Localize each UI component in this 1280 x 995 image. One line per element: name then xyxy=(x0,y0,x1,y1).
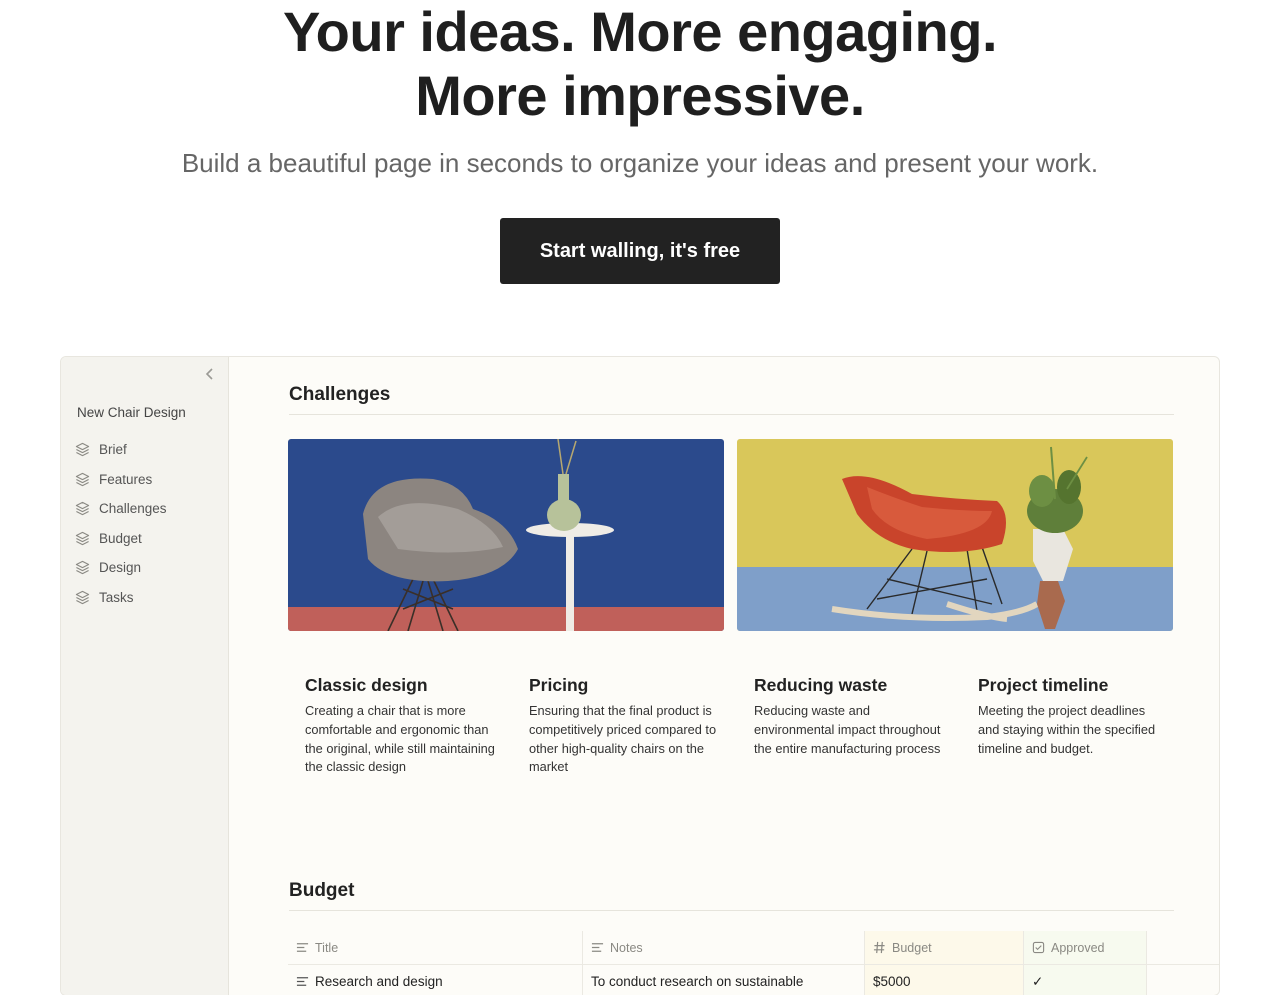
cell-title[interactable]: Research and design xyxy=(288,965,583,995)
chair-image-grey xyxy=(288,439,724,631)
layers-icon xyxy=(75,590,90,604)
hash-icon xyxy=(873,941,885,954)
sidebar: New Chair Design Brief Features Challeng… xyxy=(61,357,229,995)
sidebar-item-label: Design xyxy=(99,560,142,576)
card-text: Reducing waste and environmental impact … xyxy=(754,703,941,756)
column-header-approved[interactable]: Approved xyxy=(1024,931,1147,964)
layers-icon xyxy=(75,531,90,545)
sidebar-item-design[interactable]: Design xyxy=(75,553,225,583)
chair-image-red xyxy=(737,439,1173,631)
sidebar-item-label: Brief xyxy=(99,442,127,458)
text-icon xyxy=(591,943,604,952)
sidebar-item-label: Features xyxy=(99,471,153,487)
column-header-budget[interactable]: Budget xyxy=(865,931,1024,964)
card-text: Creating a chair that is more comfortabl… xyxy=(305,703,495,775)
card-text: Meeting the project deadlines and stayin… xyxy=(978,703,1156,756)
sidebar-nav: Brief Features Challenges Budget Design … xyxy=(75,435,225,612)
sidebar-item-label: Budget xyxy=(99,530,142,546)
sidebar-item-features[interactable]: Features xyxy=(75,465,225,495)
challenge-card-pricing: Pricing Ensuring that the final product … xyxy=(529,675,719,777)
cell-approved[interactable]: ✓ xyxy=(1024,965,1147,995)
cell-notes[interactable]: To conduct research on sustainable xyxy=(583,965,865,995)
hero-title-line1: Your ideas. More engaging. xyxy=(282,0,998,63)
checkbox-icon xyxy=(1032,941,1045,954)
app-preview: New Chair Design Brief Features Challeng… xyxy=(60,356,1220,995)
column-header-title[interactable]: Title xyxy=(288,931,583,964)
challenges-heading: Challenges xyxy=(289,384,1174,415)
sidebar-item-tasks[interactable]: Tasks xyxy=(75,583,225,613)
card-title: Classic design xyxy=(305,675,428,695)
card-title: Project timeline xyxy=(978,675,1109,695)
hero-title-line2: More impressive. xyxy=(415,64,865,127)
sidebar-item-brief[interactable]: Brief xyxy=(75,435,225,465)
start-walling-button[interactable]: Start walling, it's free xyxy=(500,218,780,284)
table-header: Title Notes Budget Approved xyxy=(288,931,1219,965)
table-row[interactable]: Research and design To conduct research … xyxy=(288,965,1219,995)
challenge-card-classic-design: Classic design Creating a chair that is … xyxy=(305,675,495,777)
main-content: Challenges Classic design Creating a cha… xyxy=(229,357,1219,995)
budget-table: Title Notes Budget Approved Research and… xyxy=(288,931,1219,995)
sidebar-item-challenges[interactable]: Challenges xyxy=(75,494,225,524)
layers-icon xyxy=(75,472,90,486)
text-icon xyxy=(296,943,309,952)
sidebar-item-budget[interactable]: Budget xyxy=(75,524,225,554)
challenge-card-reducing-waste: Reducing waste Reducing waste and enviro… xyxy=(754,675,944,758)
cell-spacer xyxy=(1147,965,1219,995)
card-title: Reducing waste xyxy=(754,675,888,695)
hero-subtitle: Build a beautiful page in seconds to org… xyxy=(181,148,1099,178)
chevron-left-icon[interactable] xyxy=(201,367,219,387)
cell-budget[interactable]: $5000 xyxy=(865,965,1024,995)
text-icon xyxy=(296,977,309,986)
hero-title: Your ideas. More engaging. More impressi… xyxy=(0,0,1280,128)
sidebar-item-label: Challenges xyxy=(99,501,167,517)
workspace-title: New Chair Design xyxy=(77,405,186,420)
challenge-card-project-timeline: Project timeline Meeting the project dea… xyxy=(978,675,1168,758)
sidebar-item-label: Tasks xyxy=(99,589,134,605)
check-icon: ✓ xyxy=(1032,973,1044,989)
card-text: Ensuring that the final product is compe… xyxy=(529,703,717,775)
budget-heading: Budget xyxy=(289,880,1174,911)
layers-icon xyxy=(75,561,90,575)
column-header-notes[interactable]: Notes xyxy=(583,931,865,964)
layers-icon xyxy=(75,502,90,516)
layers-icon xyxy=(75,443,90,457)
column-header-spacer xyxy=(1147,931,1219,964)
card-title: Pricing xyxy=(529,675,589,695)
